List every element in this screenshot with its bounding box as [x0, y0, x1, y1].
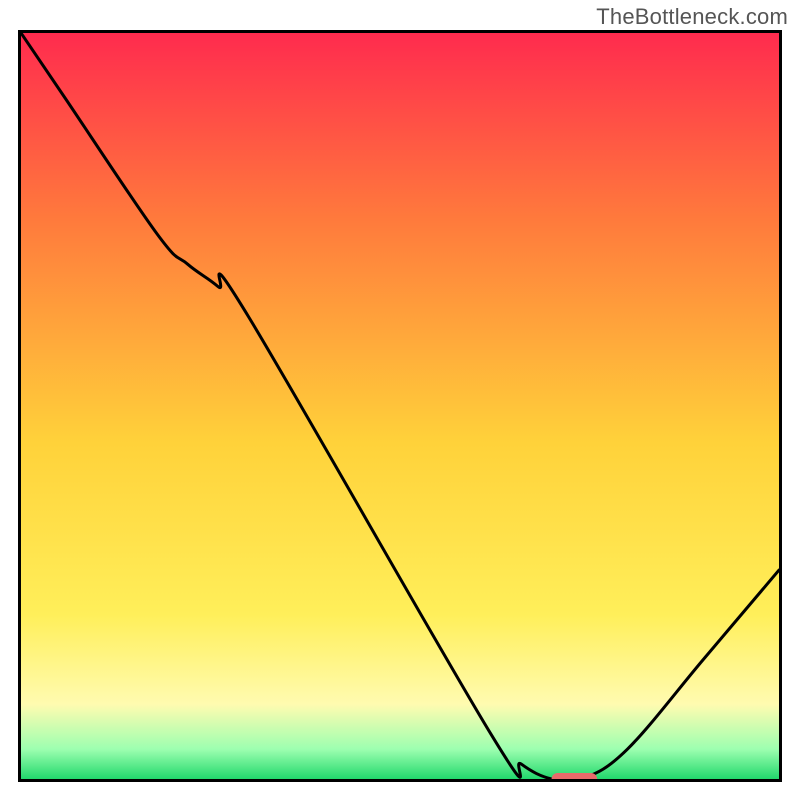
optimal-marker	[552, 773, 598, 779]
plot-area	[21, 33, 779, 779]
chart-svg	[21, 33, 779, 779]
watermark-text: TheBottleneck.com	[596, 4, 788, 30]
plot-frame	[18, 30, 782, 782]
gradient-bg	[21, 33, 779, 779]
chart-container: TheBottleneck.com	[0, 0, 800, 800]
